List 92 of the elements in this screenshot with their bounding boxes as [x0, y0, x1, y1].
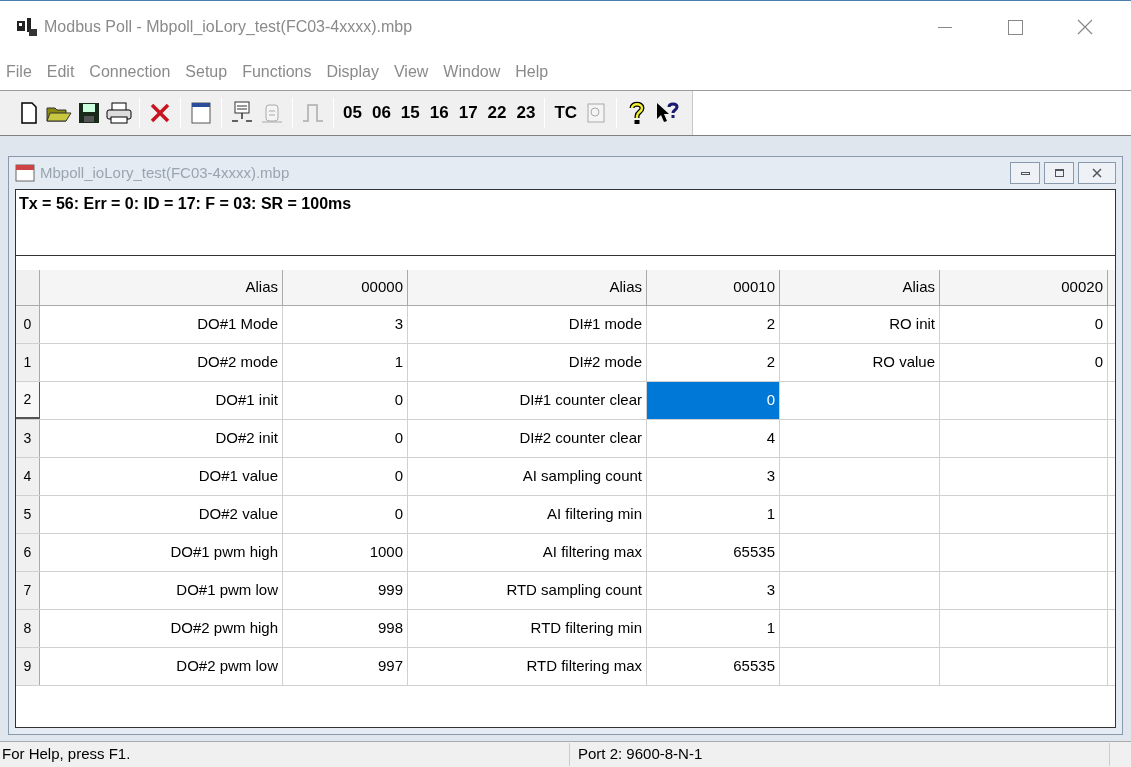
row-header[interactable]: 7 — [16, 572, 40, 609]
table-cell[interactable]: DO#1 pwm high — [40, 534, 283, 571]
row-header[interactable]: 8 — [16, 610, 40, 647]
table-cell[interactable]: 0 — [283, 496, 408, 533]
table-cell[interactable]: DO#2 pwm low — [40, 648, 283, 685]
status-text: For Help, press F1. — [0, 743, 570, 766]
table-cell[interactable]: 2 — [647, 344, 780, 381]
table-cell[interactable]: 3 — [647, 572, 780, 609]
column-header: 00020 — [940, 270, 1108, 305]
table-cell[interactable]: DO#2 mode — [40, 344, 283, 381]
column-header: 00000 — [283, 270, 408, 305]
table-cell[interactable]: DO#1 init — [40, 382, 283, 419]
table-cell[interactable]: AI filtering min — [408, 496, 647, 533]
table-cell[interactable]: 3 — [283, 306, 408, 343]
table-cell[interactable]: AI sampling count — [408, 458, 647, 495]
function-code-button[interactable]: 15 — [396, 97, 424, 129]
menu-item[interactable]: Window — [443, 59, 501, 84]
app-icon — [16, 17, 38, 37]
table-cell[interactable]: RTD filtering max — [408, 648, 647, 685]
table-cell[interactable]: 998 — [283, 610, 408, 647]
row-header[interactable]: 1 — [16, 344, 40, 381]
maximize-button[interactable] — [1044, 162, 1074, 184]
menu-item[interactable]: Setup — [185, 59, 228, 84]
column-header: Alias — [408, 270, 647, 305]
table-cell[interactable]: AI filtering max — [408, 534, 647, 571]
table-cell[interactable]: 1 — [647, 496, 780, 533]
table-cell[interactable]: RTD sampling count — [408, 572, 647, 609]
window-title: Modbus Poll - Mbpoll_ioLory_test(FC03-4xxxx).mbp — [44, 17, 413, 37]
table-cell[interactable]: 0 — [283, 382, 408, 419]
table-cell[interactable]: DO#1 value — [40, 458, 283, 495]
device-icon — [261, 101, 283, 125]
table-cell[interactable]: DO#1 pwm low — [40, 572, 283, 609]
table-cell[interactable]: 0 — [940, 306, 1108, 343]
table-cell[interactable]: 65535 — [647, 534, 780, 571]
table-cell[interactable]: DO#2 value — [40, 496, 283, 533]
table-cell[interactable]: RO value — [780, 344, 940, 381]
table-cell[interactable]: DI#2 mode — [408, 344, 647, 381]
page-icon — [20, 102, 38, 124]
port-status: Port 2: 9600-8-N-1 — [570, 743, 1110, 766]
function-code-button[interactable]: 06 — [367, 97, 395, 129]
table-cell[interactable]: 997 — [283, 648, 408, 685]
table-cell[interactable]: 4 — [647, 420, 780, 457]
row-header[interactable]: 3 — [16, 420, 40, 457]
table-cell[interactable]: RO init — [780, 306, 940, 343]
column-header: Alias — [40, 270, 283, 305]
row-header[interactable]: 4 — [16, 458, 40, 495]
table-cell[interactable]: 0 — [647, 382, 780, 419]
table-cell[interactable]: 1000 — [283, 534, 408, 571]
table-cell[interactable]: DI#1 mode — [408, 306, 647, 343]
document-title: Mbpoll_ioLory_test(FC03-4xxxx).mbp — [40, 162, 290, 183]
monitor-icon — [230, 101, 254, 125]
close-icon — [1092, 168, 1102, 178]
cross-icon — [149, 102, 171, 124]
function-code-button[interactable]: 23 — [512, 97, 540, 129]
row-header[interactable]: 5 — [16, 496, 40, 533]
function-code-button[interactable]: 22 — [483, 97, 511, 129]
menu-item[interactable]: Connection — [89, 59, 171, 84]
table-cell[interactable]: 65535 — [647, 648, 780, 685]
table-cell[interactable]: 1 — [647, 610, 780, 647]
column-header: 00010 — [647, 270, 780, 305]
printer-icon — [106, 102, 132, 124]
question-mark-icon — [629, 101, 646, 125]
table-cell[interactable]: 3 — [647, 458, 780, 495]
function-code-button[interactable]: 05 — [339, 97, 366, 129]
menu-item[interactable]: Display — [326, 59, 379, 84]
row-header[interactable]: 6 — [16, 534, 40, 571]
table-cell[interactable]: RTD filtering min — [408, 610, 647, 647]
table-cell[interactable]: 999 — [283, 572, 408, 609]
minimize-button[interactable] — [1010, 162, 1040, 184]
menu-item[interactable]: View — [393, 59, 429, 84]
document-icon — [15, 164, 35, 182]
table-cell[interactable]: DI#2 counter clear — [408, 420, 647, 457]
tc-button[interactable]: TC — [550, 97, 582, 129]
window-icon — [191, 102, 211, 124]
table-cell[interactable]: 1 — [283, 344, 408, 381]
function-code-button[interactable]: 17 — [454, 97, 482, 129]
table-cell[interactable]: 2 — [647, 306, 780, 343]
status-line: Tx = 56: Err = 0: ID = 17: F = 03: SR = 100ms — [19, 195, 352, 212]
column-header: Alias — [780, 270, 940, 305]
table-cell[interactable]: 0 — [283, 420, 408, 457]
table-cell[interactable]: 0 — [940, 344, 1108, 381]
table-cell[interactable]: DO#2 init — [40, 420, 283, 457]
row-header[interactable]: 9 — [16, 648, 40, 685]
pointer-question-icon — [655, 101, 680, 125]
pulse-icon — [302, 102, 324, 124]
table-cell[interactable]: 0 — [283, 458, 408, 495]
close-icon — [1077, 19, 1093, 35]
function-code-button[interactable]: 16 — [425, 97, 453, 129]
row-header[interactable]: 2 — [16, 382, 40, 419]
table-cell[interactable]: DO#2 pwm high — [40, 610, 283, 647]
row-header[interactable]: 0 — [16, 306, 40, 343]
table-cell[interactable]: DO#1 Mode — [40, 306, 283, 343]
